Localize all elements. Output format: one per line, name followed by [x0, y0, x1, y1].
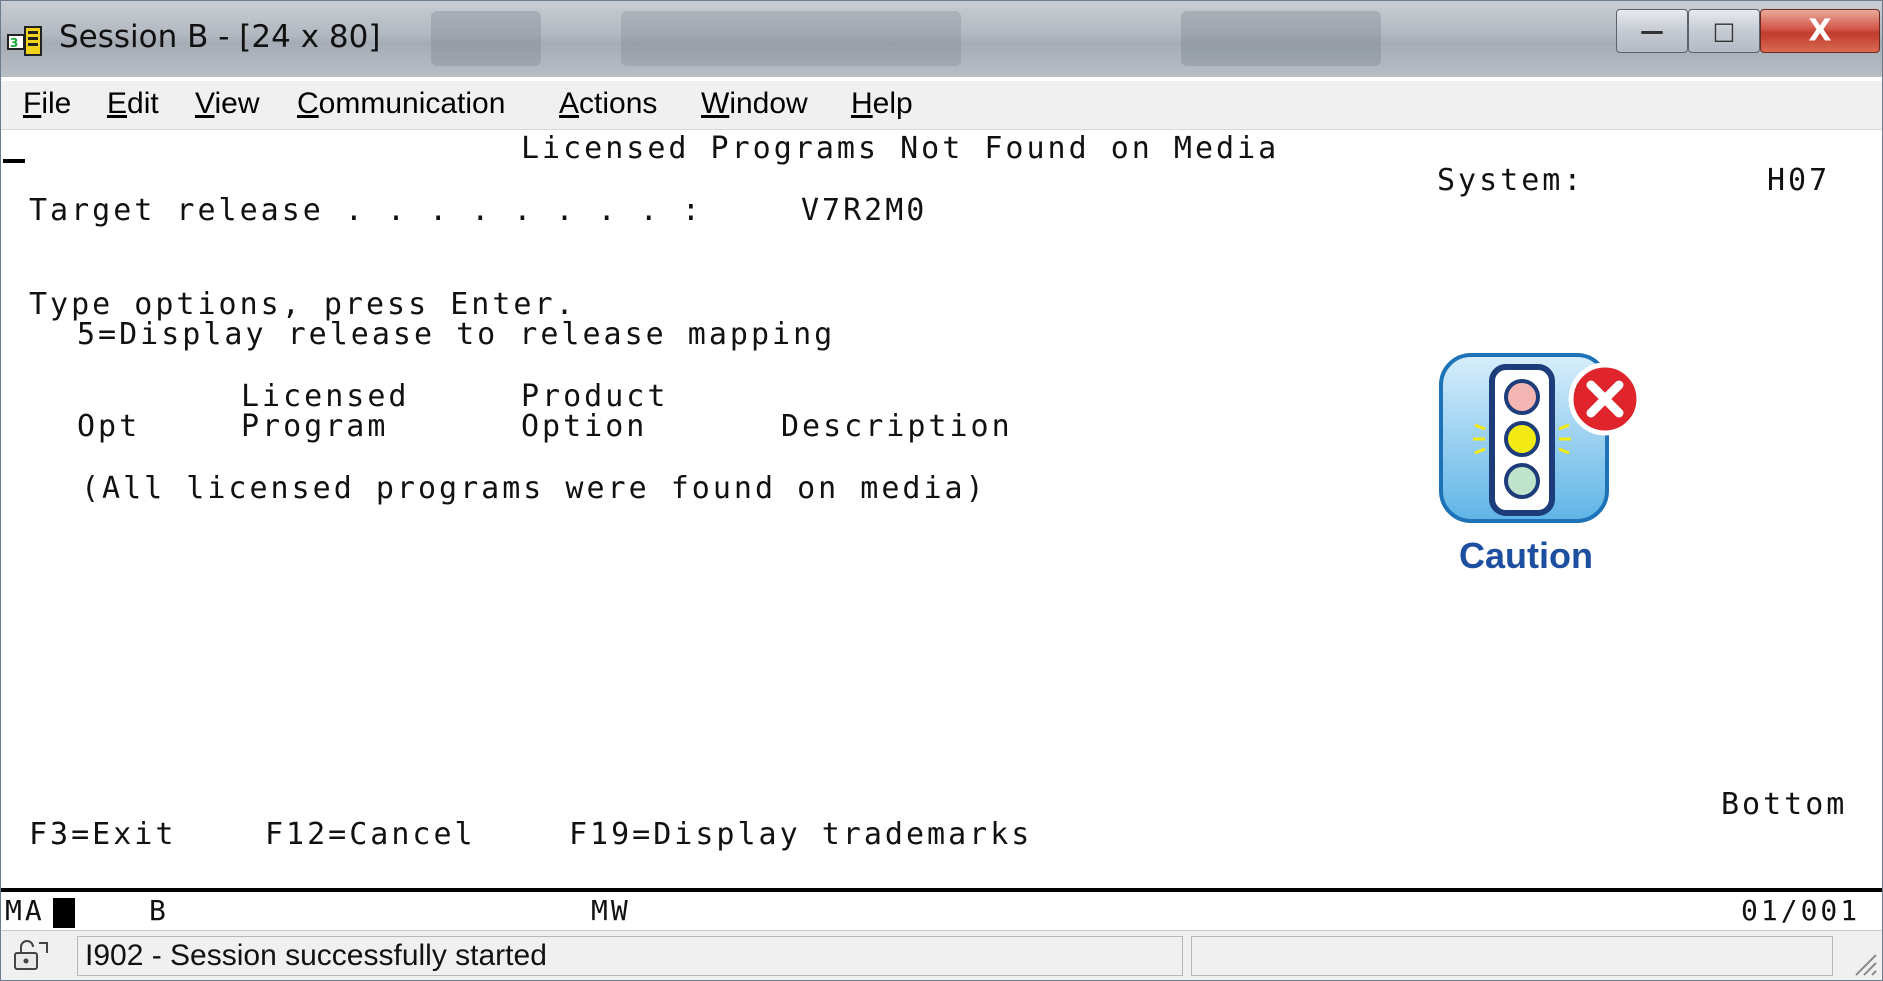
caution-label: Caution [1459, 535, 1593, 576]
resize-grip-icon[interactable] [1848, 947, 1878, 977]
session-app-icon: 3 [7, 26, 42, 56]
empty-list-message: (All licensed programs were found on med… [81, 471, 987, 506]
target-release-value: V7R2M0 [801, 193, 928, 228]
column-header-description: Description [781, 409, 1013, 444]
oia-mw-indicator: MW [591, 894, 631, 927]
close-icon: X [1808, 13, 1832, 49]
oia-session-letter: B [149, 894, 169, 927]
emulator-window: 3 Session B - [24 x 80] — □ X File Edit … [0, 0, 1883, 981]
menu-help[interactable]: Help [851, 87, 913, 121]
terminal-screen[interactable]: Licensed Programs Not Found on Media Sys… [1, 131, 1882, 888]
operator-info-area: MA B MW 01/001 [1, 888, 1882, 932]
menu-edit[interactable]: Edit [107, 87, 159, 121]
menu-actions[interactable]: Actions [559, 87, 657, 121]
menu-bar: File Edit View Communication Actions Win… [1, 81, 1882, 130]
menu-file[interactable]: File [23, 87, 71, 121]
menu-view[interactable]: View [195, 87, 259, 121]
fkey-f12-cancel[interactable]: F12=Cancel [265, 817, 476, 852]
oia-cursor-position: 01/001 [1741, 894, 1861, 927]
bottom-marker: Bottom [1721, 787, 1848, 822]
cursor [3, 159, 25, 163]
column-header-option: Option [521, 409, 648, 444]
menu-window[interactable]: Window [701, 87, 808, 121]
oia-ma-indicator: MA [5, 894, 45, 927]
status-secondary-pane [1191, 936, 1833, 976]
system-label: System: [1437, 163, 1585, 198]
title-bar[interactable]: 3 Session B - [24 x 80] — □ X [1, 1, 1882, 77]
svg-text:3: 3 [10, 36, 18, 50]
minimize-icon: — [1640, 17, 1664, 45]
window-title: Session B - [24 x 80] [59, 19, 381, 55]
fkey-f3-exit[interactable]: F3=Exit [29, 817, 176, 852]
target-release-label: Target release . . . . . . . . : [29, 193, 703, 228]
menu-communication[interactable]: Communication [297, 87, 505, 121]
oia-block-cursor [53, 898, 75, 928]
column-header-opt: Opt [77, 409, 141, 444]
lock-connection-icon [14, 940, 48, 970]
minimize-button[interactable]: — [1616, 9, 1688, 53]
system-value: H07 [1767, 163, 1831, 198]
screen-heading: Licensed Programs Not Found on Media [521, 131, 1280, 166]
fkey-f19-trademarks[interactable]: F19=Display trademarks [569, 817, 1032, 852]
maximize-button[interactable]: □ [1688, 9, 1760, 53]
maximize-icon: □ [1712, 17, 1736, 45]
option-5-text: 5=Display release to release mapping [77, 317, 836, 352]
close-button[interactable]: X [1760, 9, 1880, 53]
status-message: I902 - Session successfully started [85, 939, 547, 972]
column-header-program: Program [241, 409, 389, 444]
status-bar: I902 - Session successfully started [1, 930, 1882, 980]
